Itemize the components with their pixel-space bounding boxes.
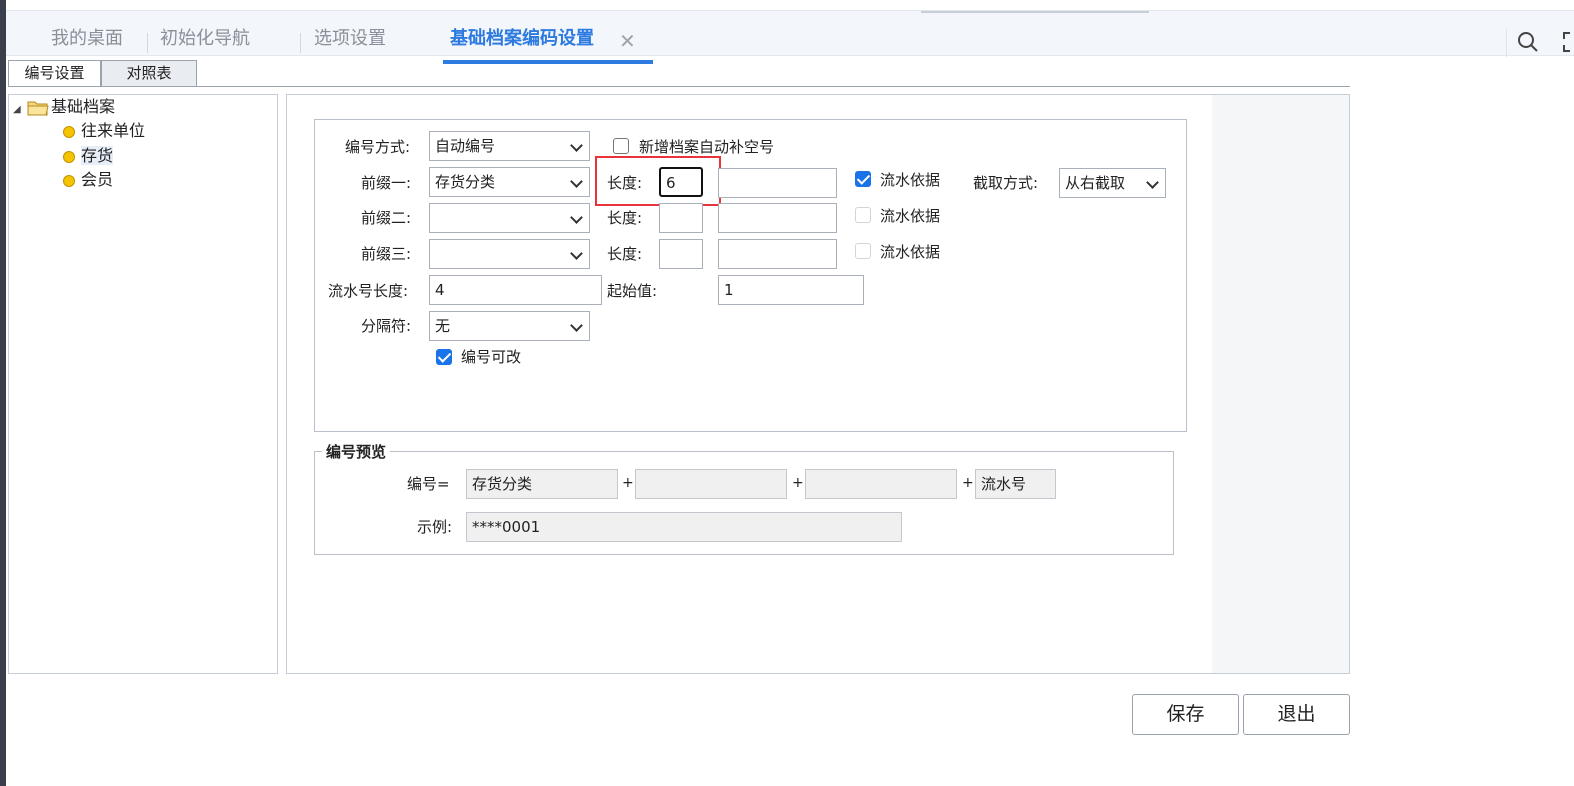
code-label: 编号= [407,475,450,493]
flow-basis2-label: 流水依据 [880,207,941,225]
example-label: 示例: [417,518,453,536]
plus-sign: + [962,475,974,491]
main-panel-gutter [1212,95,1349,673]
top-tab-bar: 我的桌面 初始化导航 选项设置 基础档案编码设置 ✕ [6,10,1574,64]
code-part-2 [635,469,787,499]
length3-label: 长度: [607,245,643,263]
search-icon[interactable] [1517,31,1539,53]
length2-label: 长度: [607,209,643,227]
mode-select[interactable]: 自动编号 [429,131,590,161]
prefix1-select[interactable]: 存货分类 [429,167,590,197]
tab-my-desktop[interactable]: 我的桌面 [51,21,123,57]
save-button[interactable]: 保存 [1132,694,1239,735]
tree-item-partners[interactable]: 往来单位 [63,120,145,142]
tab-code-settings[interactable]: 基础档案编码设置 [450,21,594,57]
highlight-box [595,156,721,206]
tab-init-guide[interactable]: 初始化导航 [160,21,250,57]
tree-root-label: 基础档案 [51,97,116,116]
flow-basis1-checkbox[interactable] [855,171,871,187]
fullscreen-icon[interactable] [1562,31,1574,53]
subtab-code-settings[interactable]: 编号设置 [8,60,101,87]
bullet-icon [63,150,75,163]
tree-root[interactable]: ◢ 基础档案 [13,96,115,118]
autofill-checkbox[interactable] [613,138,629,154]
preview-legend: 编号预览 [322,442,391,462]
tab-separator [147,33,148,53]
length3-input[interactable] [659,239,703,269]
left-edge-bar [0,0,6,786]
plus-sign: + [792,475,804,491]
serial-length-input[interactable]: 4 [429,275,602,305]
subtab-mapping-table[interactable]: 对照表 [101,60,197,87]
code-part-4: 流水号 [975,469,1056,499]
prefix2-label: 前缀二: [361,209,412,227]
cut-mode-label: 截取方式: [973,174,1039,192]
cut-mode-select[interactable]: 从右截取 [1059,168,1166,198]
flow-basis1-label: 流水依据 [880,171,941,189]
tree-item-inventory[interactable]: 存货 [63,145,114,167]
code-part-1: 存货分类 [466,469,618,499]
collapse-arrow-icon[interactable]: ◢ [13,99,27,121]
flow-basis2-checkbox[interactable] [855,207,871,223]
close-icon[interactable]: ✕ [619,31,636,51]
example-value: ****0001 [466,512,902,542]
tree-item-label: 往来单位 [81,121,146,140]
exit-button[interactable]: 退出 [1243,694,1350,735]
tree-item-members[interactable]: 会员 [63,169,113,191]
prefix1-label: 前缀一: [361,174,412,192]
mode-label: 编号方式: [345,138,411,156]
prefix3-label: 前缀三: [361,245,412,263]
subtab-divider [8,86,1350,87]
tree-item-label: 会员 [81,170,114,189]
bullet-icon [63,125,75,138]
start-value-label: 起始值: [607,282,658,300]
code-part-3 [805,469,957,499]
prefix3-extra-field[interactable] [718,239,837,269]
plus-sign: + [622,475,634,491]
folder-icon [27,101,49,115]
start-value-input[interactable]: 1 [718,275,864,305]
toolbar-divider [1506,29,1507,57]
archive-tree: ◢ 基础档案 往来单位 存货 会员 [8,94,278,674]
active-tab-indicator [443,60,653,64]
flow-basis3-checkbox[interactable] [855,243,871,259]
serial-length-label: 流水号长度: [328,282,409,300]
flow-basis3-label: 流水依据 [880,243,941,261]
tab-options[interactable]: 选项设置 [314,21,386,57]
length2-input[interactable] [659,203,703,233]
editable-label: 编号可改 [461,348,522,366]
prefix2-extra-field[interactable] [718,203,837,233]
tree-item-label: 存货 [81,146,114,165]
prefix3-select[interactable] [429,239,590,269]
prefix1-extra-field[interactable] [718,168,837,198]
separator-label: 分隔符: [361,317,412,335]
prefix2-select[interactable] [429,203,590,233]
tab-separator [300,33,301,53]
bullet-icon [63,174,75,187]
top-decoration [921,11,1149,13]
editable-checkbox[interactable] [436,349,452,365]
separator-select[interactable]: 无 [429,311,590,341]
